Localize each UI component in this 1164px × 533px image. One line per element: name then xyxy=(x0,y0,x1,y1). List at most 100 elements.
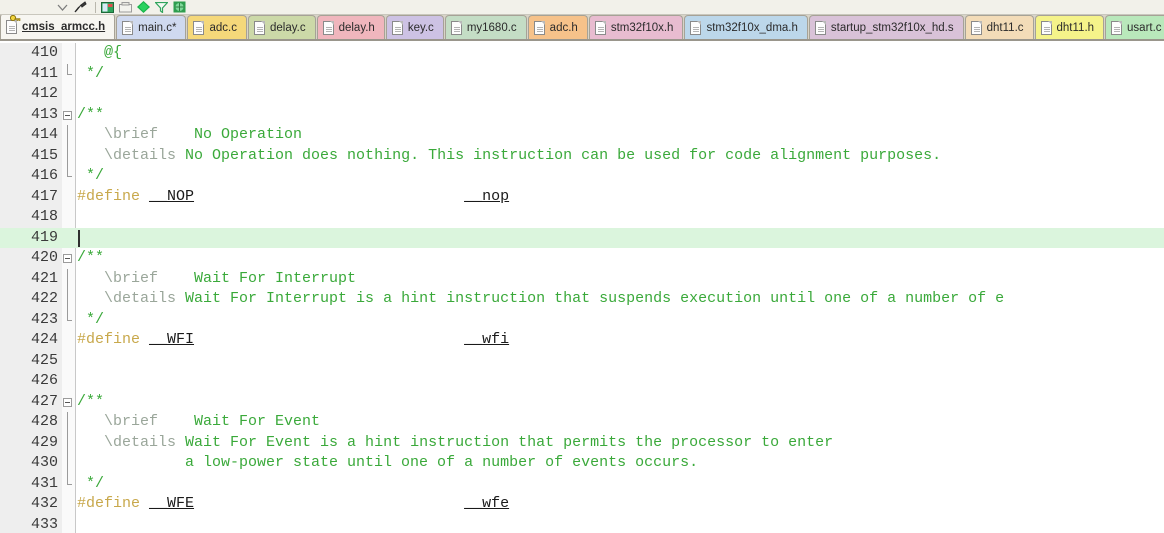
line-text: \details No Operation does nothing. This… xyxy=(77,146,941,167)
line-number: 422 xyxy=(30,290,58,307)
line-text: #define __WFE __wfe xyxy=(77,494,509,515)
globe-icon[interactable] xyxy=(172,1,187,14)
filter-icon[interactable] xyxy=(154,1,169,14)
code-line[interactable]: 414 \brief No Operation xyxy=(0,125,1164,146)
code-line[interactable]: 419 xyxy=(0,227,1164,248)
fold-guide-line xyxy=(67,412,68,433)
code-token: /** xyxy=(77,105,105,123)
editor-tab-label: my1680.c xyxy=(466,21,517,34)
text-caret xyxy=(78,229,80,247)
code-token: \brief xyxy=(77,269,159,287)
chevron-down-icon[interactable] xyxy=(55,1,70,14)
editor-tab-adc-h[interactable]: adc.h xyxy=(527,15,588,39)
insert-file-icon[interactable] xyxy=(100,1,115,14)
line-number: 411 xyxy=(30,64,58,82)
editor-tab-bar[interactable]: cmsis_armcc.h main.c* adc.c delay.c delay.h k… xyxy=(0,15,1164,41)
line-number: 423 xyxy=(30,310,58,328)
code-line[interactable]: 424 #define __WFI __wfi xyxy=(0,330,1164,351)
editor-tab-label: adc.c xyxy=(209,21,237,34)
editor-tab-startup-stm32f10x-hd-s[interactable]: startup_stm32f10x_hd.s xyxy=(808,15,964,39)
code-line[interactable]: 415 \details No Operation does nothing. … xyxy=(0,146,1164,167)
file-icon xyxy=(533,20,545,35)
code-line[interactable]: 430 a low-power state until one of a num… xyxy=(0,453,1164,474)
fold-end-marker xyxy=(67,319,72,321)
fold-guide-line xyxy=(67,309,68,320)
code-token: __wfi xyxy=(464,331,510,348)
bookmark-pin-icon[interactable] xyxy=(73,1,88,14)
code-line[interactable]: 410 @{ xyxy=(0,43,1164,64)
line-number: 417 xyxy=(30,187,58,205)
line-text: a low-power state until one of a number … xyxy=(77,453,698,474)
code-line[interactable]: 433 xyxy=(0,515,1164,533)
editor-tab-stm32f10x-h[interactable]: stm32f10x.h xyxy=(588,15,684,39)
line-number: 424 xyxy=(30,331,58,348)
code-line[interactable]: 413 /** xyxy=(0,105,1164,126)
editor-tab-cmsis-armcc-h[interactable]: cmsis_armcc.h xyxy=(0,15,116,39)
code-line[interactable]: 429 \details Wait For Event is a hint in… xyxy=(0,433,1164,454)
code-line[interactable]: 423 */ xyxy=(0,310,1164,331)
code-token: Wait For Interrupt is a hint instruction… xyxy=(176,290,1005,307)
fold-guide-line xyxy=(67,289,68,310)
code-editor[interactable]: 410 @{411 */412 413/** 414 \brief No Opera… xyxy=(0,43,1164,533)
editor-tab-delay-h[interactable]: delay.h xyxy=(316,15,385,39)
file-icon xyxy=(391,20,403,35)
line-number: 420 xyxy=(30,249,58,266)
editor-tab-label: usart.c xyxy=(1127,21,1162,34)
line-text: #define __NOP __nop xyxy=(77,187,509,208)
editor-tab-stm32f10x-dma-h[interactable]: stm32f10x_dma.h xyxy=(684,15,808,39)
code-line[interactable]: 418 xyxy=(0,207,1164,228)
code-token: __wfe xyxy=(464,495,510,512)
code-token: @{ xyxy=(77,44,123,61)
line-number: 427 xyxy=(30,392,58,410)
code-line[interactable]: 422 \details Wait For Interrupt is a hin… xyxy=(0,289,1164,310)
code-line[interactable]: 420 /** xyxy=(0,248,1164,269)
fold-end-marker xyxy=(67,73,72,75)
file-icon xyxy=(1111,20,1123,35)
line-number: 425 xyxy=(30,351,58,369)
key-icon xyxy=(9,15,21,24)
code-line[interactable]: 427 /** xyxy=(0,392,1164,413)
fold-toggle-icon[interactable] xyxy=(63,397,72,407)
line-number: 429 xyxy=(30,433,58,451)
code-token: Wait For Event is a hint instruction tha… xyxy=(176,433,834,451)
code-line[interactable]: 411 */ xyxy=(0,64,1164,85)
editor-tab-label: main.c* xyxy=(138,21,177,34)
line-number: 414 xyxy=(30,126,58,143)
code-token: \details xyxy=(77,146,177,164)
code-line[interactable]: 431 */ xyxy=(0,474,1164,495)
line-text: \details Wait For Event is a hint instru… xyxy=(77,433,833,454)
browse-icon[interactable] xyxy=(118,1,133,14)
code-line[interactable]: 426 xyxy=(0,371,1164,392)
code-line[interactable]: 416 */ xyxy=(0,166,1164,187)
editor-tab-label: delay.h xyxy=(338,21,375,34)
code-token: Wait For Event xyxy=(158,413,321,430)
code-token: No Operation does nothing. This instruct… xyxy=(176,146,942,164)
editor-tab-adc-c[interactable]: adc.c xyxy=(187,15,247,39)
fold-guide-line xyxy=(67,453,68,474)
debug-diamond-icon[interactable] xyxy=(136,1,151,14)
fold-toggle-icon[interactable] xyxy=(63,110,72,120)
editor-tab-usart-c[interactable]: usart.c xyxy=(1105,15,1164,39)
code-line[interactable]: 417 #define __NOP __nop xyxy=(0,187,1164,208)
code-line[interactable]: 432 #define __WFE __wfe xyxy=(0,494,1164,515)
fold-guide-line xyxy=(67,166,68,176)
line-number: 430 xyxy=(30,454,58,471)
code-line[interactable]: 425 xyxy=(0,351,1164,372)
editor-tab-my1680-c[interactable]: my1680.c xyxy=(444,15,527,39)
editor-tab-label: dht11.h xyxy=(1056,21,1095,34)
editor-tab-dht11-c[interactable]: dht11.c xyxy=(964,15,1034,39)
editor-tab-dht11-h[interactable]: dht11.h xyxy=(1034,15,1105,39)
editor-tab-delay-c[interactable]: delay.c xyxy=(247,15,316,39)
file-icon xyxy=(193,20,205,35)
editor-tab-label: stm32f10x.h xyxy=(610,21,674,34)
code-line[interactable]: 428 \brief Wait For Event xyxy=(0,412,1164,433)
editor-tab-main-c-[interactable]: main.c* xyxy=(116,15,187,39)
fold-toggle-icon[interactable] xyxy=(63,254,72,263)
line-number: 412 xyxy=(30,85,58,102)
editor-tab-key-c[interactable]: key.c xyxy=(385,15,444,39)
code-line[interactable]: 421 \brief Wait For Interrupt xyxy=(0,269,1164,290)
editor-tab-label: startup_stm32f10x_hd.s xyxy=(830,21,954,34)
line-number: 432 xyxy=(30,495,58,512)
code-line[interactable]: 412 xyxy=(0,84,1164,105)
code-token: #define xyxy=(77,495,150,512)
